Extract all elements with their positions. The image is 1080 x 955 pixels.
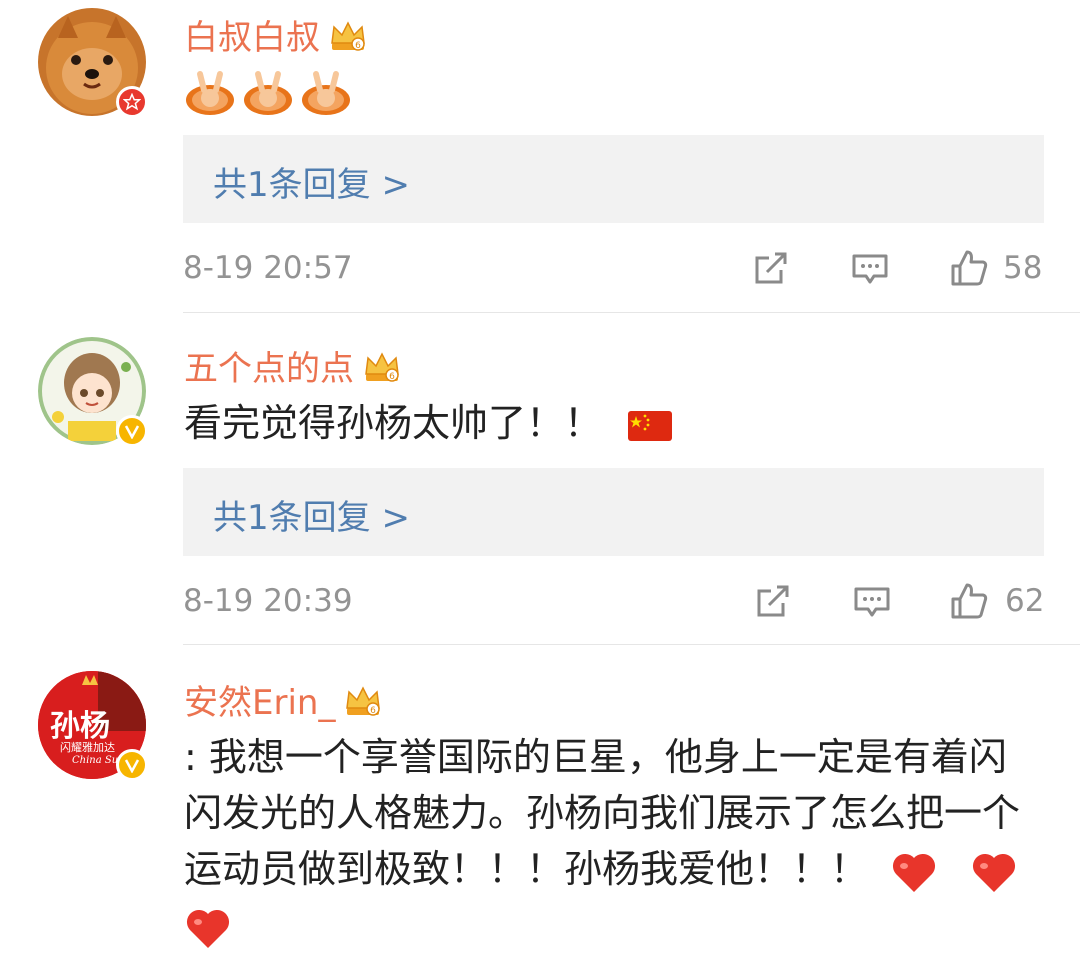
timestamp: 8-19 20:39 (183, 583, 353, 619)
victory-hand-emoji (186, 71, 234, 115)
red-heart-emoji (973, 853, 1016, 892)
like-icon[interactable] (949, 581, 989, 621)
victory-hand-emoji (302, 71, 350, 115)
avatar[interactable]: 孙杨 闪耀雅加达 China Sun (38, 671, 148, 781)
like-count: 62 (1005, 583, 1045, 619)
username[interactable]: 白叔白叔 6 (184, 10, 368, 59)
china-flag-emoji (628, 410, 673, 441)
username[interactable]: 安然Erin_ 6 (184, 675, 383, 724)
comment-icon[interactable] (850, 248, 890, 288)
verified-badge (116, 749, 148, 781)
verified-badge (116, 415, 148, 447)
red-heart-emoji (893, 853, 936, 892)
emoji-row (184, 70, 352, 116)
crown-icon: 6 (365, 351, 399, 382)
like-icon[interactable] (949, 248, 989, 288)
comment-text-content: 看完觉得孙杨太帅了！！ (184, 401, 603, 445)
svg-text:6: 6 (389, 372, 395, 382)
comment-text: : 我想一个享誉国际的巨星，他身上一定是有着闪 闪发光的人格魅力。孙杨向我们展示… (184, 729, 1044, 953)
view-replies-link[interactable]: 共1条回复 > (213, 490, 410, 539)
username-label[interactable]: 安然Erin_ (184, 675, 335, 724)
comment-text-content: 运动员做到极致！！！孙杨我爱他！！！ (184, 847, 869, 891)
like-count: 58 (1003, 250, 1043, 286)
reply-box[interactable]: 共1条回复 > (183, 135, 1044, 223)
avatar[interactable] (38, 8, 148, 118)
comment-text: 看完觉得孙杨太帅了！！ (184, 395, 1044, 451)
red-star-badge (116, 86, 148, 118)
comment-icon[interactable] (852, 581, 892, 621)
crown-icon: 6 (331, 20, 365, 51)
timestamp: 8-19 20:57 (183, 250, 353, 286)
comment-item: 五个点的点 6 看完觉得孙杨太帅了！！ 共1条回复 > 8-19 20:39 6… (0, 313, 1080, 644)
comment-meta: 8-19 20:57 58 (183, 248, 1044, 288)
crown-icon: 6 (346, 685, 381, 716)
comment-item: 白叔白叔 6 共1条回复 > 8-19 20:57 58 (0, 0, 1080, 312)
username-label[interactable]: 五个点的点 (184, 341, 354, 390)
red-heart-emoji (186, 909, 230, 948)
share-icon[interactable] (753, 581, 793, 621)
victory-hand-emoji (244, 71, 292, 115)
avatar-subtitle: 闪耀雅加达 (60, 741, 115, 754)
comment-text-line (184, 897, 1044, 953)
avatar[interactable] (38, 337, 148, 447)
username[interactable]: 五个点的点 6 (184, 341, 402, 390)
reply-box[interactable]: 共1条回复 > (183, 468, 1044, 556)
comment-text-line: 运动员做到极致！！！孙杨我爱他！！！ (184, 841, 1044, 897)
comment-meta: 8-19 20:39 62 (183, 581, 1044, 621)
view-replies-link[interactable]: 共1条回复 > (213, 157, 410, 206)
comment-item: 孙杨 闪耀雅加达 China Sun 安然Erin_ 6 : 我想一个享誉国际的… (0, 645, 1080, 955)
share-icon[interactable] (751, 248, 791, 288)
comment-text-line: : 我想一个享誉国际的巨星，他身上一定是有着闪 (184, 735, 1007, 779)
svg-text:6: 6 (355, 41, 361, 51)
svg-text:6: 6 (371, 706, 377, 716)
username-label[interactable]: 白叔白叔 (184, 10, 320, 59)
comment-text-line: 闪发光的人格魅力。孙杨向我们展示了怎么把一个 (184, 791, 1021, 835)
